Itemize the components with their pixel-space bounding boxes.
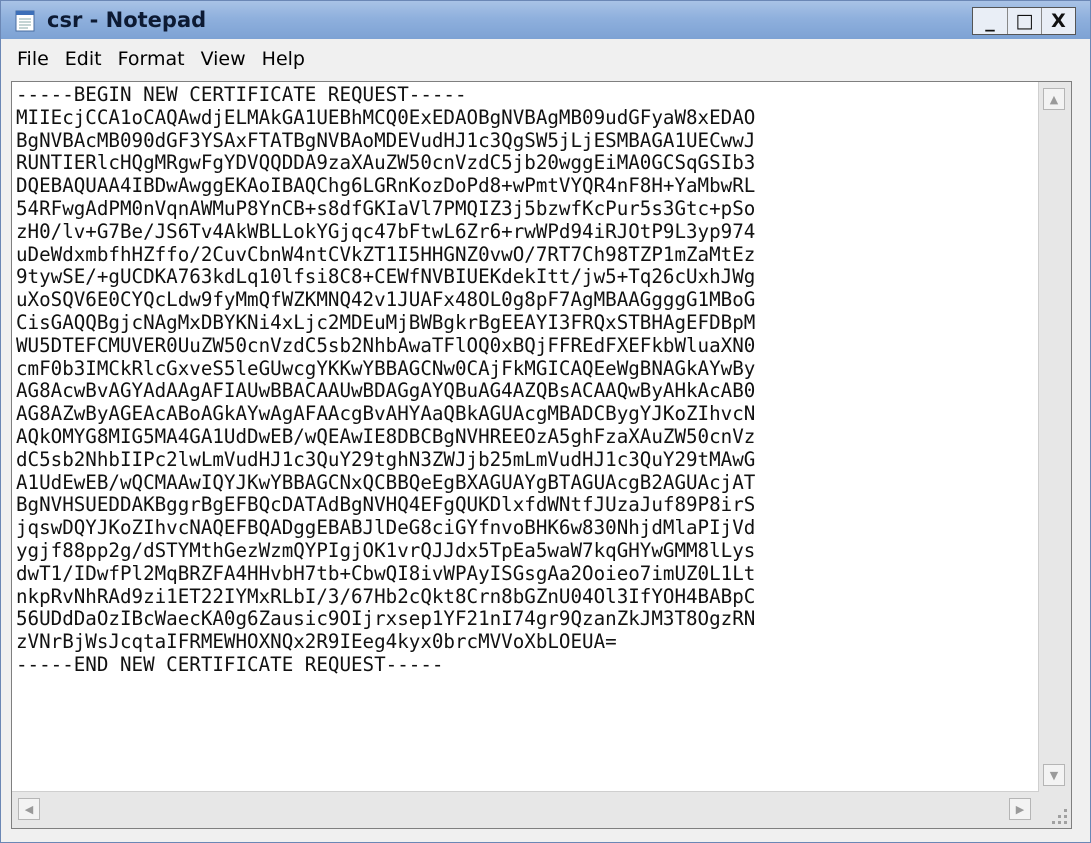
- minimize-button[interactable]: _: [973, 8, 1007, 34]
- menu-view[interactable]: View: [193, 39, 254, 79]
- scroll-right-arrow-icon[interactable]: ▶: [1009, 798, 1031, 820]
- window-controls: _ □ X: [972, 7, 1076, 35]
- maximize-button[interactable]: □: [1007, 8, 1041, 34]
- menu-bar: File Edit Format View Help: [1, 39, 1090, 79]
- menu-format[interactable]: Format: [110, 39, 193, 79]
- document-text[interactable]: -----BEGIN NEW CERTIFICATE REQUEST----- …: [16, 84, 1036, 784]
- resize-grip-icon[interactable]: [1039, 792, 1071, 828]
- text-editor[interactable]: -----BEGIN NEW CERTIFICATE REQUEST----- …: [11, 81, 1072, 829]
- window-title: csr - Notepad: [47, 8, 207, 32]
- menu-help[interactable]: Help: [254, 39, 313, 79]
- scroll-up-arrow-icon[interactable]: ▲: [1043, 88, 1065, 110]
- scroll-left-arrow-icon[interactable]: ◀: [18, 798, 40, 820]
- notepad-icon: [15, 10, 35, 32]
- menu-edit[interactable]: Edit: [57, 39, 110, 79]
- notepad-window: csr - Notepad _ □ X File Edit Format Vie…: [0, 0, 1091, 843]
- title-bar[interactable]: csr - Notepad _ □ X: [1, 1, 1090, 39]
- scroll-down-arrow-icon[interactable]: ▼: [1043, 764, 1065, 786]
- close-button[interactable]: X: [1041, 8, 1075, 34]
- menu-file[interactable]: File: [9, 39, 57, 79]
- horizontal-scrollbar[interactable]: ◀ ▶: [12, 791, 1039, 828]
- vertical-scrollbar[interactable]: ▲ ▼: [1038, 82, 1071, 792]
